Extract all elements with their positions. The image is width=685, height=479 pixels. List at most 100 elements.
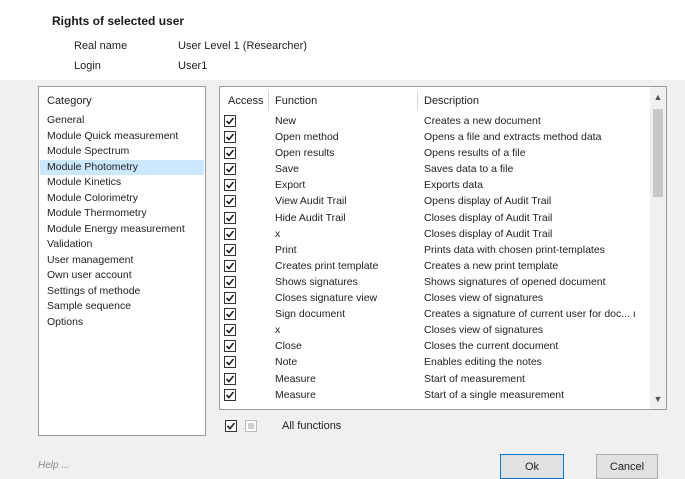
table-row[interactable]: Closes signature view Closes view of sign… [220,290,652,306]
table-row[interactable]: Export Exports data [220,177,652,193]
category-item[interactable]: Options [40,315,204,331]
access-checkbox[interactable] [224,163,236,176]
category-item[interactable]: Module Spectrum [40,144,204,160]
check-icon [226,422,236,430]
functions-rows: New Creates a new document Open method Open… [220,113,652,403]
check-icon [225,278,235,286]
access-checkbox[interactable] [224,388,236,401]
function-name: Measure [275,372,316,385]
access-checkbox[interactable] [224,324,236,337]
function-name: Export [275,179,306,192]
access-checkbox[interactable] [224,356,236,369]
table-row[interactable]: Hide Audit Trail Closes display of Audit … [220,210,652,226]
access-checkbox[interactable] [224,179,236,192]
access-checkbox[interactable] [224,259,236,272]
access-checkbox[interactable] [224,195,236,208]
access-checkbox[interactable] [224,211,236,224]
table-row[interactable]: Close Closes the current document [220,338,652,354]
check-icon [225,230,235,238]
function-description: Closes display of Audit Trail [424,211,553,224]
vertical-scrollbar[interactable]: ▲ ▼ [650,87,666,409]
real-name-label: Real name [74,40,128,52]
column-divider[interactable] [417,91,418,111]
table-row[interactable]: New Creates a new document [220,113,652,129]
table-row[interactable]: View Audit Trail Opens display of Audit T… [220,193,652,209]
table-row[interactable]: Open method Opens a file and extracts met… [220,129,652,145]
table-row[interactable]: Measure Start of a single measurement [220,387,652,403]
category-item[interactable]: Module Quick measurement [40,129,204,145]
category-list[interactable]: General Module Quick measurement Module Sp… [40,113,204,330]
cancel-button[interactable]: Cancel [596,454,658,479]
function-description: Closes display of Audit Trail [424,227,553,240]
column-header-description[interactable]: Description [424,95,479,107]
access-checkbox[interactable] [224,227,236,240]
check-icon [225,326,235,334]
check-icon [225,310,235,318]
access-checkbox[interactable] [224,372,236,385]
access-checkbox[interactable] [224,115,236,127]
category-item[interactable]: General [40,113,204,129]
table-row[interactable]: Sign document Creates a signature of curr… [220,306,652,322]
function-description: Opens a file and extracts method data [424,131,602,144]
function-description: Opens results of a file [424,147,526,160]
category-item[interactable]: User management [40,253,204,269]
access-checkbox[interactable] [224,275,236,288]
category-item[interactable]: Validation [40,237,204,253]
function-name: Save [275,163,299,176]
chevron-down-icon[interactable]: ▼ [650,391,666,407]
check-icon [225,391,235,399]
category-item[interactable]: Module Thermometry [40,206,204,222]
function-description: Closes view of signatures [424,292,544,305]
category-item[interactable]: Settings of methode [40,284,204,300]
column-header-access[interactable]: Access [228,95,263,107]
table-row[interactable]: Note Enables editing the notes [220,354,652,370]
function-name: Note [275,356,298,369]
access-checkbox[interactable] [224,308,236,321]
login-label: Login [74,60,101,72]
category-item[interactable]: Module Colorimetry [40,191,204,207]
column-header-function[interactable]: Function [275,95,317,107]
scroll-thumb[interactable] [653,109,663,197]
function-description: Closes view of signatures [424,324,544,337]
table-row[interactable]: Open results Opens results of a file [220,145,652,161]
function-name: Shows signatures [275,275,358,288]
function-description: Start of a single measurement [424,388,565,401]
category-list-box[interactable]: Category General Module Quick measurement… [38,86,206,436]
check-icon [225,262,235,270]
section-title: Rights of selected user [52,14,185,28]
function-name: Print [275,243,297,256]
category-item[interactable]: Module Energy measurement [40,222,204,238]
functions-table[interactable]: Access Function Description New Creates a… [219,86,667,410]
column-divider[interactable] [268,91,269,111]
category-item[interactable]: Own user account [40,268,204,284]
category-item[interactable]: Module Photometry [40,159,204,175]
table-row[interactable]: x Closes view of signatures [220,322,652,338]
table-row[interactable]: x Closes display of Audit Trail [220,226,652,242]
function-name: New [275,115,297,127]
access-checkbox[interactable] [224,292,236,305]
function-description: Start of measurement [424,372,525,385]
function-description: Saves data to a file [424,163,514,176]
access-checkbox[interactable] [224,340,236,353]
all-functions-indeterminate-checkbox[interactable] [245,420,257,432]
ok-button[interactable]: Ok [500,454,564,479]
access-checkbox[interactable] [224,147,236,160]
check-icon [225,149,235,157]
check-icon [225,294,235,302]
all-functions-checkbox[interactable] [225,420,237,432]
table-row[interactable]: Print Prints data with chosen print-templ… [220,242,652,258]
chevron-up-icon[interactable]: ▲ [650,89,666,105]
table-row[interactable]: Measure Start of measurement [220,371,652,387]
check-icon [225,181,235,190]
table-row[interactable]: Creates print template Creates a new prin… [220,258,652,274]
access-checkbox[interactable] [224,131,236,144]
function-name: Open results [275,147,335,160]
table-row[interactable]: Save Saves data to a file [220,161,652,177]
access-checkbox[interactable] [224,243,236,256]
function-name: Creates print template [275,259,379,272]
function-description: Shows signatures of opened document [424,275,606,288]
category-item[interactable]: Module Kinetics [40,175,204,191]
table-row[interactable]: Shows signatures Shows signatures of open… [220,274,652,290]
category-header: Category [47,95,92,107]
category-item[interactable]: Sample sequence [40,299,204,315]
